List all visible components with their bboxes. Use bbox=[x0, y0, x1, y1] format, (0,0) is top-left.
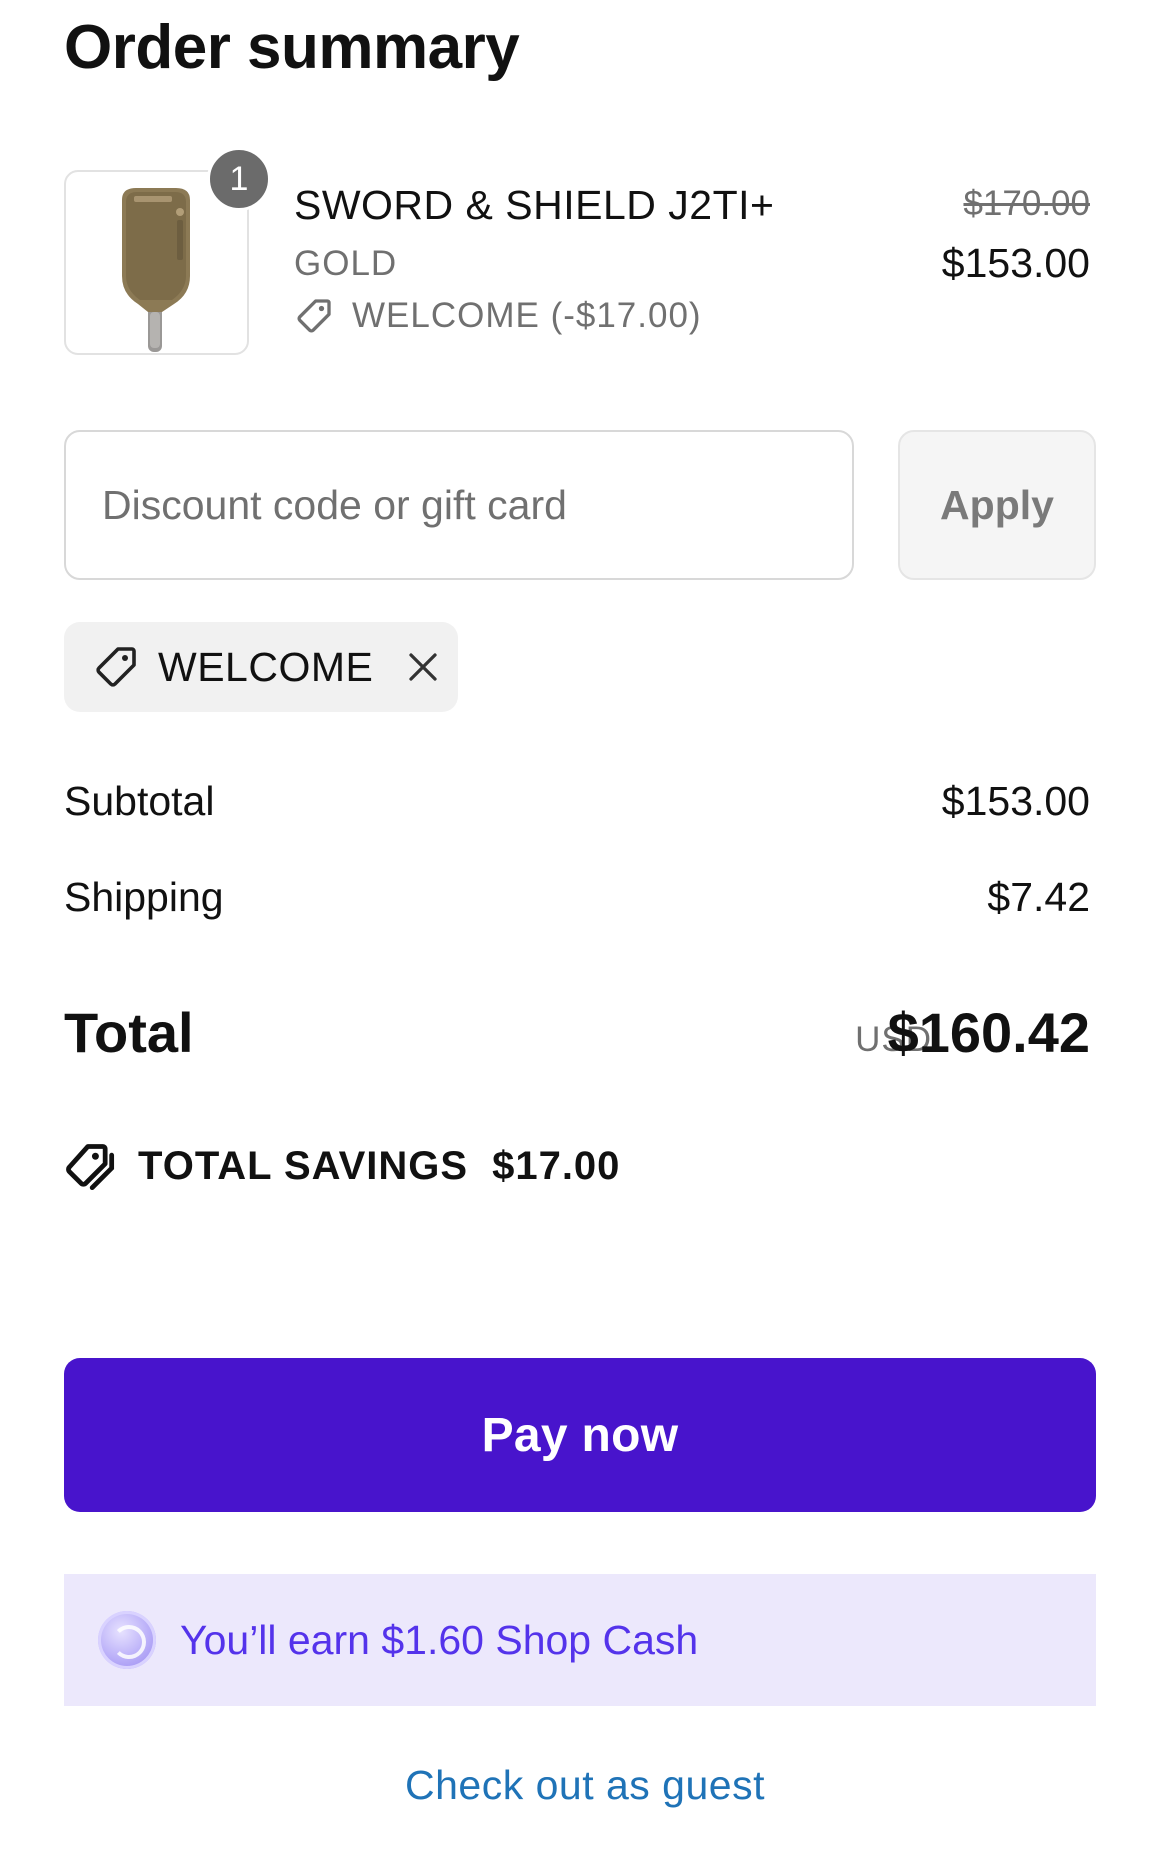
savings-tags-icon bbox=[66, 1144, 115, 1191]
item-discount-label: WELCOME (-$17.00) bbox=[352, 296, 702, 335]
total-savings-label: TOTAL SAVINGS bbox=[138, 1143, 469, 1188]
total-savings: TOTAL SAVINGS $17.00 bbox=[64, 1140, 620, 1192]
shipping-value: $7.42 bbox=[987, 874, 1090, 920]
tag-icon bbox=[297, 299, 331, 333]
shop-cash-text: You’ll earn $1.60 Shop Cash bbox=[180, 1616, 699, 1663]
product-name: SWORD & SHIELD J2TI+ bbox=[294, 182, 775, 228]
close-icon bbox=[409, 653, 438, 681]
checkout-as-guest-link[interactable]: Check out as guest bbox=[0, 1762, 1170, 1809]
item-discount: WELCOME (-$17.00) bbox=[294, 296, 702, 336]
shop-cash-banner: You’ll earn $1.60 Shop Cash bbox=[64, 1574, 1096, 1706]
discount-code-placeholder: Discount code or gift card bbox=[102, 481, 567, 528]
pay-now-button[interactable]: Pay now bbox=[64, 1358, 1096, 1512]
total-label: Total bbox=[64, 1001, 194, 1064]
applied-discount-code: WELCOME bbox=[158, 643, 374, 690]
discount-code-input[interactable]: Discount code or gift card bbox=[64, 430, 854, 580]
total-savings-value: $17.00 bbox=[492, 1143, 621, 1188]
product-variant: GOLD bbox=[294, 244, 398, 283]
remove-discount-button[interactable] bbox=[405, 649, 441, 685]
item-price: $153.00 bbox=[941, 240, 1090, 286]
subtotal-label: Subtotal bbox=[64, 778, 215, 824]
tag-icon bbox=[96, 647, 136, 687]
shipping-label: Shipping bbox=[64, 874, 224, 920]
total-value: $160.42 bbox=[887, 1001, 1090, 1064]
quantity-badge: 1 bbox=[207, 147, 271, 211]
original-price: $170.00 bbox=[963, 184, 1090, 223]
shop-cash-coin-icon bbox=[98, 1611, 156, 1669]
apply-button[interactable]: Apply bbox=[898, 430, 1096, 580]
page-title: Order summary bbox=[64, 13, 520, 82]
subtotal-value: $153.00 bbox=[941, 778, 1090, 824]
applied-discount-chip: WELCOME bbox=[64, 622, 458, 712]
